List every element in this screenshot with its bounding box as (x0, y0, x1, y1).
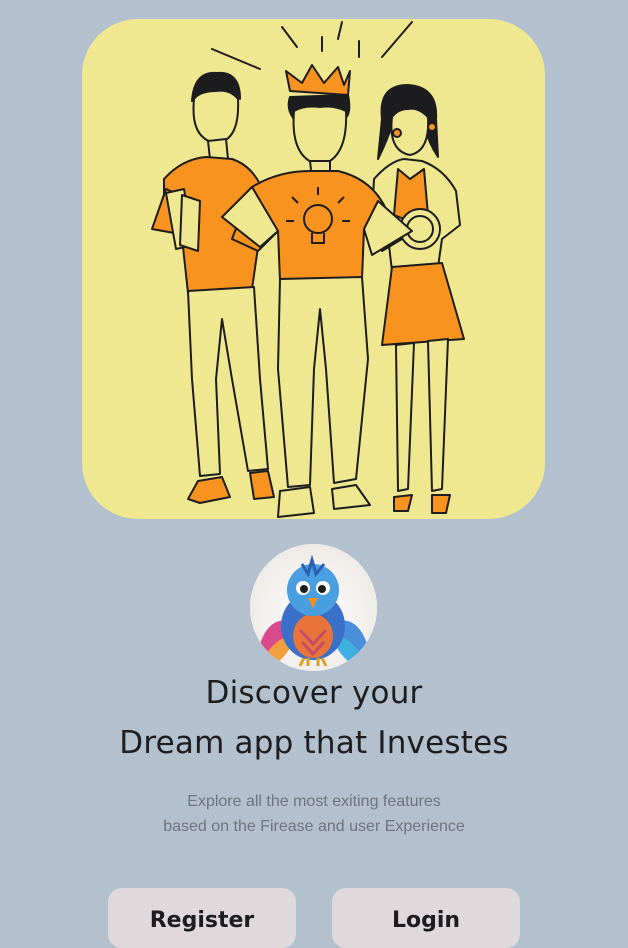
avatar (250, 544, 377, 671)
hero-illustration (82, 19, 545, 519)
three-people-illustration (151, 21, 465, 518)
login-button[interactable]: Login (332, 888, 520, 948)
subtitle-line-2: based on the Firease and user Experience (163, 818, 465, 835)
register-button[interactable]: Register (108, 888, 296, 948)
subtitle-line-1: Explore all the most exiting features (187, 793, 441, 810)
headline-line-2: Dream app that Investes (119, 725, 509, 761)
bird-logo-icon (250, 544, 377, 671)
headline-line-1: Discover your (205, 675, 423, 711)
